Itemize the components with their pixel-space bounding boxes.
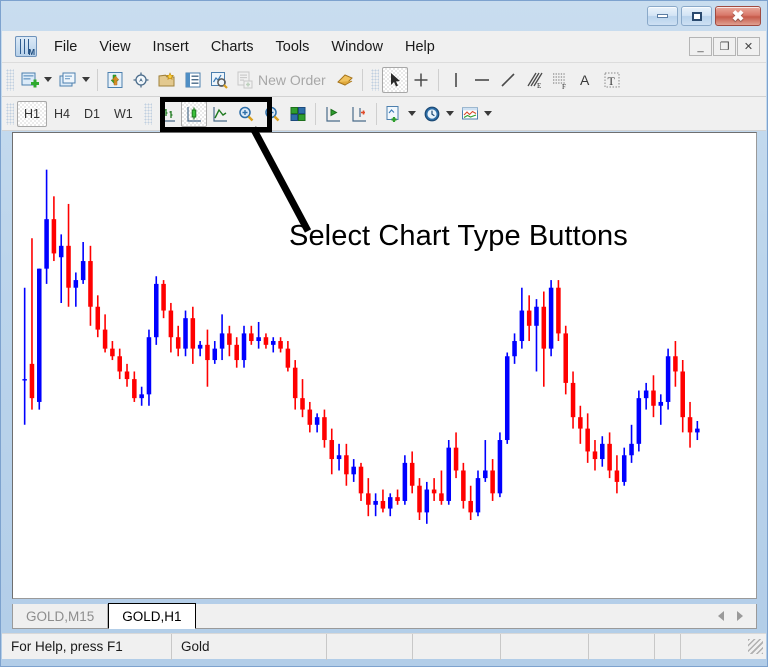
text-icon[interactable]: A xyxy=(573,67,599,93)
profiles-icon[interactable] xyxy=(55,67,81,93)
new-order-button-icon xyxy=(232,67,258,93)
zoom-in-icon[interactable] xyxy=(233,101,259,127)
menu-item-file[interactable]: File xyxy=(43,35,88,59)
toolbar-separator-2 xyxy=(361,68,363,91)
minimize-button[interactable] xyxy=(647,6,678,26)
metatrader-window: ✖ File View Insert Charts Tools Window H… xyxy=(0,0,768,667)
window-controls: ✖ xyxy=(647,6,761,26)
status-cell-4 xyxy=(413,633,501,660)
linetools-grip[interactable] xyxy=(370,68,379,91)
chart-tab-strip: GOLD,M15 GOLD,H1 xyxy=(12,603,757,629)
tab-scroll-controls xyxy=(718,604,756,628)
status-cell-7 xyxy=(655,633,681,660)
tile-windows-icon[interactable] xyxy=(285,101,311,127)
status-symbol: Gold xyxy=(172,633,327,660)
cursor-icon[interactable] xyxy=(381,66,408,93)
menu-item-tools[interactable]: Tools xyxy=(265,35,321,59)
resize-grip[interactable] xyxy=(748,639,763,654)
svg-text:E: E xyxy=(537,82,541,90)
status-bar: For Help, press F1 Gold xyxy=(2,633,766,660)
vertical-line-icon[interactable] xyxy=(443,67,469,93)
menu-item-view[interactable]: View xyxy=(88,35,141,59)
status-cell-5 xyxy=(501,633,589,660)
new-chart-icon[interactable] xyxy=(17,67,43,93)
menu-item-insert[interactable]: Insert xyxy=(142,35,200,59)
terminal-icon[interactable] xyxy=(154,67,180,93)
zoom-out-icon[interactable] xyxy=(259,101,285,127)
title-bar: ✖ xyxy=(1,1,767,31)
periods-dropdown-caret[interactable] xyxy=(445,111,454,116)
toolbar-separator xyxy=(97,68,98,91)
crosshair-icon[interactable] xyxy=(408,67,434,93)
line-chart-type-button[interactable] xyxy=(207,101,233,127)
timeframe-h4[interactable]: H4 xyxy=(47,101,77,127)
data-window-icon[interactable] xyxy=(180,67,206,93)
chart-tab-gold-h1[interactable]: GOLD,H1 xyxy=(108,603,196,629)
maximize-button[interactable] xyxy=(681,6,712,26)
close-button[interactable]: ✖ xyxy=(715,6,761,26)
timeframe-d1[interactable]: D1 xyxy=(77,101,107,127)
timeframe-w1[interactable]: W1 xyxy=(107,101,140,127)
close-icon: ✖ xyxy=(731,7,745,25)
indicators-icon[interactable] xyxy=(381,101,407,127)
indicators-dropdown-caret[interactable] xyxy=(407,111,416,116)
charttool-separator-2 xyxy=(375,102,377,125)
charttype-grip[interactable] xyxy=(143,102,152,125)
menu-item-charts[interactable]: Charts xyxy=(200,35,265,59)
maximize-icon xyxy=(691,11,702,21)
application-icon xyxy=(15,36,37,57)
svg-text:A: A xyxy=(580,72,590,88)
equidistant-channel-icon[interactable]: E xyxy=(521,67,547,93)
auto-scroll-icon[interactable] xyxy=(320,101,346,127)
menu-bar: File View Insert Charts Tools Window Hel… xyxy=(2,31,766,63)
mdi-minimize-button[interactable]: _ xyxy=(689,37,712,56)
status-cell-3 xyxy=(327,633,413,660)
trendline-icon[interactable] xyxy=(495,67,521,93)
candlestick-series xyxy=(22,169,700,524)
candlestick-chart-type-button[interactable] xyxy=(180,100,207,127)
templates-dropdown-caret[interactable] xyxy=(483,111,492,116)
fibonacci-retracement-icon[interactable]: F xyxy=(547,67,573,93)
market-watch-icon[interactable] xyxy=(102,67,128,93)
toolbar-separator-3 xyxy=(437,68,439,91)
mdi-close-button[interactable]: ✕ xyxy=(737,37,760,56)
timeframe-h1[interactable]: H1 xyxy=(17,100,47,127)
menu-item-help[interactable]: Help xyxy=(394,35,446,59)
chart-shift-icon[interactable] xyxy=(346,101,372,127)
timeframe-grip[interactable] xyxy=(6,102,14,125)
standard-toolbar: New Order E F A T xyxy=(2,63,766,97)
expert-advisors-icon[interactable] xyxy=(332,67,358,93)
tab-scroll-right-icon[interactable] xyxy=(737,611,743,621)
mdi-window-controls: _ ❐ ✕ xyxy=(689,37,760,56)
profiles-dropdown-caret[interactable] xyxy=(82,77,90,82)
strategy-tester-icon[interactable] xyxy=(206,67,232,93)
minimize-icon xyxy=(657,14,668,18)
periods-icon[interactable] xyxy=(419,101,445,127)
new-chart-dropdown-caret[interactable] xyxy=(44,77,52,82)
svg-text:F: F xyxy=(562,83,566,90)
navigator-icon[interactable] xyxy=(128,67,154,93)
toolbar-grip[interactable] xyxy=(6,68,14,91)
chart-tab-gold-m15[interactable]: GOLD,M15 xyxy=(13,604,109,628)
svg-text:T: T xyxy=(607,74,615,88)
text-label-icon[interactable]: T xyxy=(599,67,625,93)
tab-scroll-left-icon[interactable] xyxy=(718,611,724,621)
status-help-text: For Help, press F1 xyxy=(2,633,172,660)
templates-icon[interactable] xyxy=(457,101,483,127)
horizontal-line-icon[interactable] xyxy=(469,67,495,93)
chart-canvas[interactable] xyxy=(12,132,757,599)
bar-chart-type-button[interactable] xyxy=(155,101,181,127)
mdi-restore-button[interactable]: ❐ xyxy=(713,37,736,56)
charttool-separator xyxy=(314,102,316,125)
status-cell-6 xyxy=(589,633,655,660)
new-order-label[interactable]: New Order xyxy=(258,72,332,88)
menu-item-window[interactable]: Window xyxy=(320,35,394,59)
charts-toolbar: H1 H4 D1 W1 xyxy=(2,97,766,131)
